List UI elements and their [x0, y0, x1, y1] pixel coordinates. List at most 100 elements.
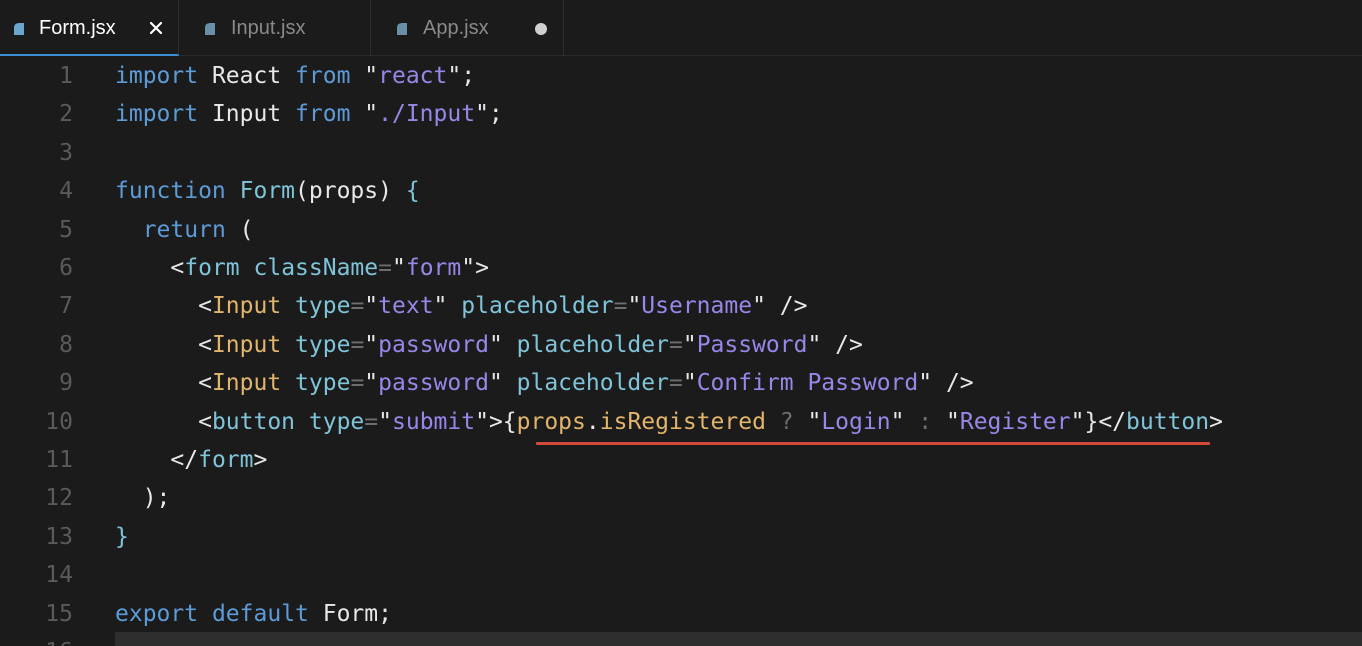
code-token: type: [295, 331, 351, 358]
code-line[interactable]: 13}: [0, 518, 1362, 556]
code-line[interactable]: 12 );: [0, 479, 1362, 517]
code-token: ";: [447, 63, 476, 89]
code-token: <: [115, 331, 212, 358]
code-line[interactable]: 3: [0, 134, 1362, 172]
code-text[interactable]: return (: [115, 217, 254, 244]
code-token: ": [378, 408, 392, 435]
line-number: 2: [59, 101, 73, 128]
react-file-icon: [14, 23, 24, 35]
code-token: form: [198, 447, 254, 473]
code-token: ": [350, 63, 379, 89]
code-token: isRegistered: [599, 408, 766, 435]
code-token: password: [378, 370, 489, 397]
tab-input-jsx[interactable]: Input.jsx: [179, 0, 371, 56]
code-token: props: [516, 408, 586, 435]
close-icon[interactable]: [149, 21, 163, 35]
code-token: react: [378, 63, 448, 89]
code-text[interactable]: );: [115, 485, 171, 512]
code-token: ": [488, 370, 517, 397]
code-token: Input: [198, 101, 296, 128]
code-token: ": [945, 408, 960, 435]
code-token: placeholder: [516, 370, 669, 397]
code-token: Username: [641, 293, 753, 320]
code-token: =: [668, 331, 683, 358]
code-token: ": [350, 101, 379, 128]
code-text[interactable]: }: [115, 524, 129, 551]
code-token: =: [668, 370, 683, 397]
code-line[interactable]: 9 <Input type="password" placeholder="Co…: [0, 364, 1362, 402]
code-line[interactable]: 2 import Input from "./Input";: [0, 95, 1362, 133]
code-line[interactable]: 5 return (: [0, 211, 1362, 249]
code-token: >: [253, 447, 268, 473]
code-token: =: [364, 408, 379, 435]
unsaved-dot-icon[interactable]: [535, 23, 547, 35]
tab-app-jsx[interactable]: App.jsx: [371, 0, 564, 56]
code-token: Login: [821, 408, 891, 435]
code-text[interactable]: import React from "react";: [115, 63, 475, 90]
code-line[interactable]: 7 <Input type="text" placeholder="Userna…: [0, 287, 1362, 325]
code-token: =: [613, 293, 628, 320]
code-text[interactable]: export default Form;: [115, 601, 392, 628]
code-token: " />: [918, 370, 974, 397]
code-token: import: [115, 63, 199, 89]
code-token: =: [350, 331, 365, 358]
code-token: Input: [211, 293, 282, 320]
code-token: Password: [696, 331, 808, 358]
code-line[interactable]: 10 <button type="submit">{props.isRegist…: [0, 403, 1362, 441]
code-token: submit: [392, 408, 476, 435]
code-token: function: [115, 178, 226, 205]
code-line[interactable]: 16: [0, 633, 1362, 646]
code-token: ";: [475, 101, 503, 128]
code-token: <: [115, 293, 212, 320]
code-line[interactable]: 11 </form>: [0, 441, 1362, 479]
code-line[interactable]: 1 import React from "react";: [0, 57, 1362, 95]
code-editor[interactable]: 1 import React from "react"; 2 import Input…: [0, 57, 1362, 646]
tab-form-jsx[interactable]: Form.jsx: [0, 0, 179, 56]
code-text[interactable]: <Input type="password" placeholder="Conf…: [115, 370, 974, 397]
code-token: :: [904, 408, 946, 435]
code-token: form: [405, 255, 462, 281]
line-number: 3: [59, 139, 73, 166]
code-line[interactable]: 14: [0, 556, 1362, 594]
code-line[interactable]: 6 <form className="form">: [0, 249, 1362, 287]
react-file-icon: [397, 23, 407, 35]
line-number: 13: [45, 523, 73, 550]
code-token: </: [115, 447, 199, 473]
code-token: ">: [461, 255, 489, 281]
code-line[interactable]: 15 export default Form;: [0, 595, 1362, 633]
code-text[interactable]: function Form(props) {: [115, 178, 420, 205]
code-text[interactable]: <form className="form">: [115, 255, 489, 282]
tab-label: Form.jsx: [39, 17, 116, 39]
code-text[interactable]: <Input type="text" placeholder="Username…: [115, 293, 807, 320]
code-token: (props): [295, 178, 406, 205]
code-text[interactable]: </form>: [115, 447, 267, 474]
code-token: ": [391, 255, 406, 281]
code-token: button: [211, 408, 296, 435]
code-token: ": [364, 293, 379, 320]
code-text[interactable]: <Input type="password" placeholder="Pass…: [115, 332, 863, 359]
code-token: form: [184, 255, 240, 281]
code-token: " />: [752, 293, 808, 320]
code-token: React: [198, 63, 296, 89]
code-token: {: [405, 178, 420, 205]
code-token: ": [682, 331, 697, 358]
line-number: 10: [45, 408, 73, 435]
code-token: ": [682, 370, 697, 397]
code-token: import: [115, 101, 199, 128]
line-number: 6: [59, 255, 73, 281]
line-number: 9: [59, 370, 73, 397]
code-token: className: [253, 255, 379, 281]
code-line[interactable]: 4 function Form(props) {: [0, 172, 1362, 210]
code-token: ./Input: [378, 101, 476, 128]
code-text[interactable]: import Input from "./Input";: [115, 101, 503, 128]
code-token: " />: [807, 331, 863, 358]
code-text[interactable]: <button type="submit">{props.isRegistere…: [115, 409, 1223, 436]
code-line[interactable]: 8 <Input type="password" placeholder="Pa…: [0, 326, 1362, 364]
code-token: from: [295, 101, 351, 128]
code-token: ": [364, 331, 379, 358]
line-number: 16: [0, 639, 73, 646]
